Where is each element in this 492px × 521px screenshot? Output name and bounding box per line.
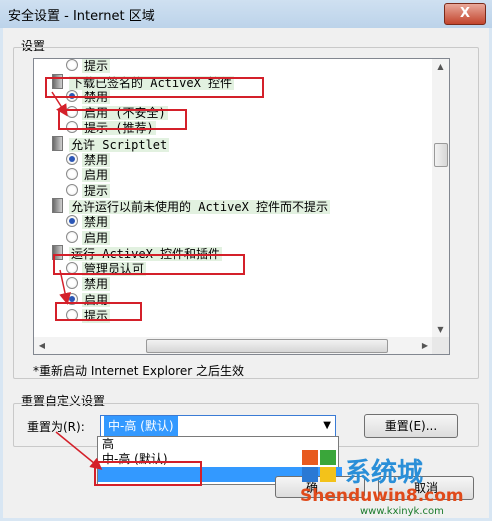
- annotation-box-run-activex: [53, 254, 245, 275]
- windows-logo-icon: [302, 450, 336, 482]
- settings-list[interactable]: 提示 下载已签名的 ActiveX 控件 禁用 启用 (不安全) 提示 (推荐) 允许 S…: [33, 58, 434, 339]
- chevron-down-icon[interactable]: ▼: [323, 420, 331, 431]
- reset-level-select[interactable]: 中-高 (默认) ▼: [100, 415, 336, 437]
- setting-header[interactable]: 允许 Scriptlet: [52, 136, 170, 152]
- scroll-down-icon[interactable]: ▼: [432, 322, 449, 338]
- setting-label: 允许 Scriptlet: [69, 138, 170, 152]
- radio-button[interactable]: [66, 215, 78, 227]
- radio-button[interactable]: [66, 152, 78, 165]
- reset-button[interactable]: 重置(E)...: [364, 414, 458, 438]
- scroll-up-icon[interactable]: ▲: [432, 59, 449, 75]
- setting-label: 禁用: [82, 277, 111, 292]
- setting-label: 启用: [82, 168, 111, 183]
- close-icon: X: [459, 6, 471, 21]
- setting-option[interactable]: 提示: [66, 59, 111, 74]
- scroll-right-icon[interactable]: ▶: [417, 337, 433, 354]
- annotation-box-dropdown-option: [94, 461, 202, 486]
- horizontal-scroll-thumb[interactable]: [146, 339, 388, 353]
- setting-label: 提示: [82, 183, 111, 198]
- close-button[interactable]: X: [444, 3, 486, 25]
- setting-header[interactable]: 允许运行以前未使用的 ActiveX 控件而不提示: [52, 198, 331, 215]
- setting-option[interactable]: 禁用: [66, 214, 111, 230]
- restart-note: *重新启动 Internet Explorer 之后生效: [33, 364, 245, 378]
- setting-option[interactable]: 禁用: [66, 152, 111, 168]
- scroll-left-icon[interactable]: ◀: [34, 337, 50, 354]
- vertical-scroll-thumb[interactable]: [434, 143, 448, 167]
- radio-button[interactable]: [66, 230, 78, 243]
- watermark-site: Shenduwin8.com: [300, 486, 464, 506]
- setting-label: 启用: [82, 230, 111, 245]
- annotation-box-enable: [55, 302, 142, 321]
- radio-button[interactable]: [66, 277, 78, 290]
- setting-category-icon: [52, 198, 63, 214]
- radio-button[interactable]: [66, 59, 78, 71]
- setting-option[interactable]: 启用: [66, 167, 111, 183]
- setting-category-icon: [52, 136, 63, 151]
- scroll-corner: [432, 337, 450, 355]
- annotation-box-enable-unsafe: [58, 109, 187, 130]
- reset-to-label: 重置为(R):: [27, 420, 85, 434]
- reset-level-value: 中-高 (默认): [104, 416, 178, 436]
- setting-label: 提示: [82, 59, 111, 73]
- watermark-url: www.kxinyk.com: [360, 506, 444, 517]
- setting-option[interactable]: 提示: [66, 183, 111, 199]
- watermark-logo: [300, 448, 340, 487]
- radio-button[interactable]: [66, 183, 78, 196]
- horizontal-scrollbar[interactable]: ◀ ▶: [33, 337, 434, 355]
- setting-label: 允许运行以前未使用的 ActiveX 控件而不提示: [69, 200, 331, 215]
- vertical-scrollbar[interactable]: ▲ ▼: [432, 58, 450, 339]
- radio-button[interactable]: [66, 168, 78, 181]
- setting-option[interactable]: 禁用: [66, 276, 111, 292]
- window-title: 安全设置 - Internet 区域: [8, 9, 155, 24]
- setting-label: 禁用: [82, 215, 111, 229]
- setting-option[interactable]: 启用: [66, 230, 111, 246]
- annotation-box-download-signed: [45, 77, 264, 98]
- watermark-brand: 系统城: [345, 458, 424, 488]
- setting-label: 禁用: [82, 152, 111, 167]
- title-bar: 安全设置 - Internet 区域 X: [0, 0, 492, 28]
